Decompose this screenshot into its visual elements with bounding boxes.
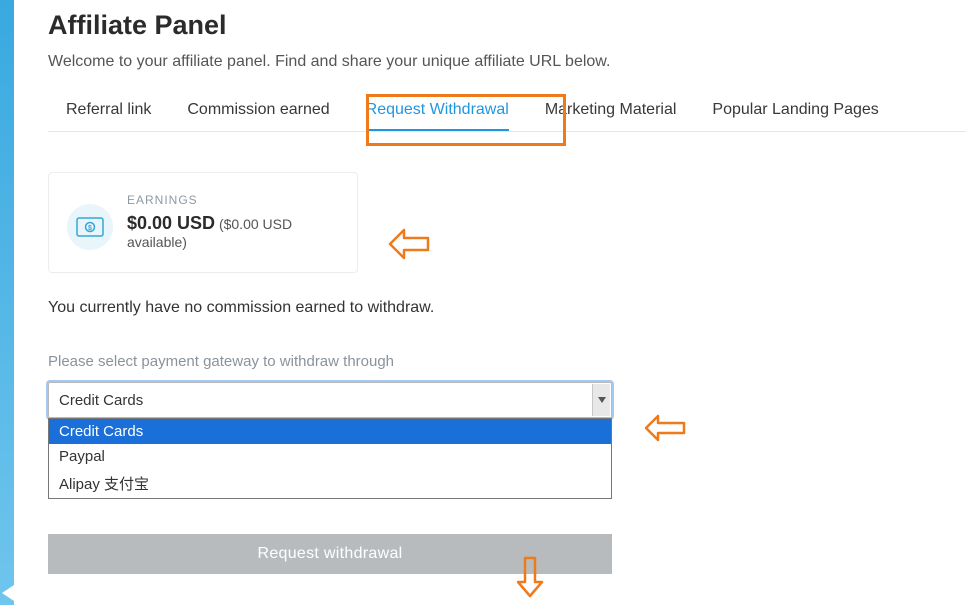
gateway-option-alipay[interactable]: Alipay 支付宝 [49,469,611,498]
earnings-label: EARNINGS [127,193,339,207]
annotation-arrow-left-icon [388,226,430,262]
gateway-option-credit-cards[interactable]: Credit Cards [49,419,611,444]
gateway-option-paypal[interactable]: Paypal [49,444,611,469]
left-gradient-stripe [0,0,14,605]
page-subtitle: Welcome to your affiliate panel. Find an… [48,53,966,71]
tab-referral-link[interactable]: Referral link [48,93,169,131]
annotation-arrow-left-icon [644,412,686,444]
tabs-bar: Referral link Commission earned Request … [48,93,966,132]
page-title: Affiliate Panel [48,10,966,41]
gateway-dropdown-list: Credit Cards Paypal Alipay 支付宝 [48,418,612,499]
money-icon: $ [67,204,113,250]
no-commission-text: You currently have no commission earned … [48,299,966,317]
gateway-label: Please select payment gateway to withdra… [48,353,966,370]
earnings-amount: $0.00 USD [127,213,215,233]
tab-commission-earned[interactable]: Commission earned [169,93,347,131]
chevron-down-icon[interactable] [592,384,610,416]
annotation-arrow-down-icon [514,556,546,598]
earnings-card: $ EARNINGS $0.00 USD ($0.00 USD availabl… [48,172,358,273]
tab-marketing-material[interactable]: Marketing Material [527,93,695,131]
svg-text:$: $ [88,225,92,232]
tab-popular-landing-pages[interactable]: Popular Landing Pages [694,93,896,131]
tab-request-withdrawal[interactable]: Request Withdrawal [348,93,527,131]
gateway-select[interactable]: Credit Cards [48,382,612,418]
gateway-selected-value: Credit Cards [59,392,143,409]
